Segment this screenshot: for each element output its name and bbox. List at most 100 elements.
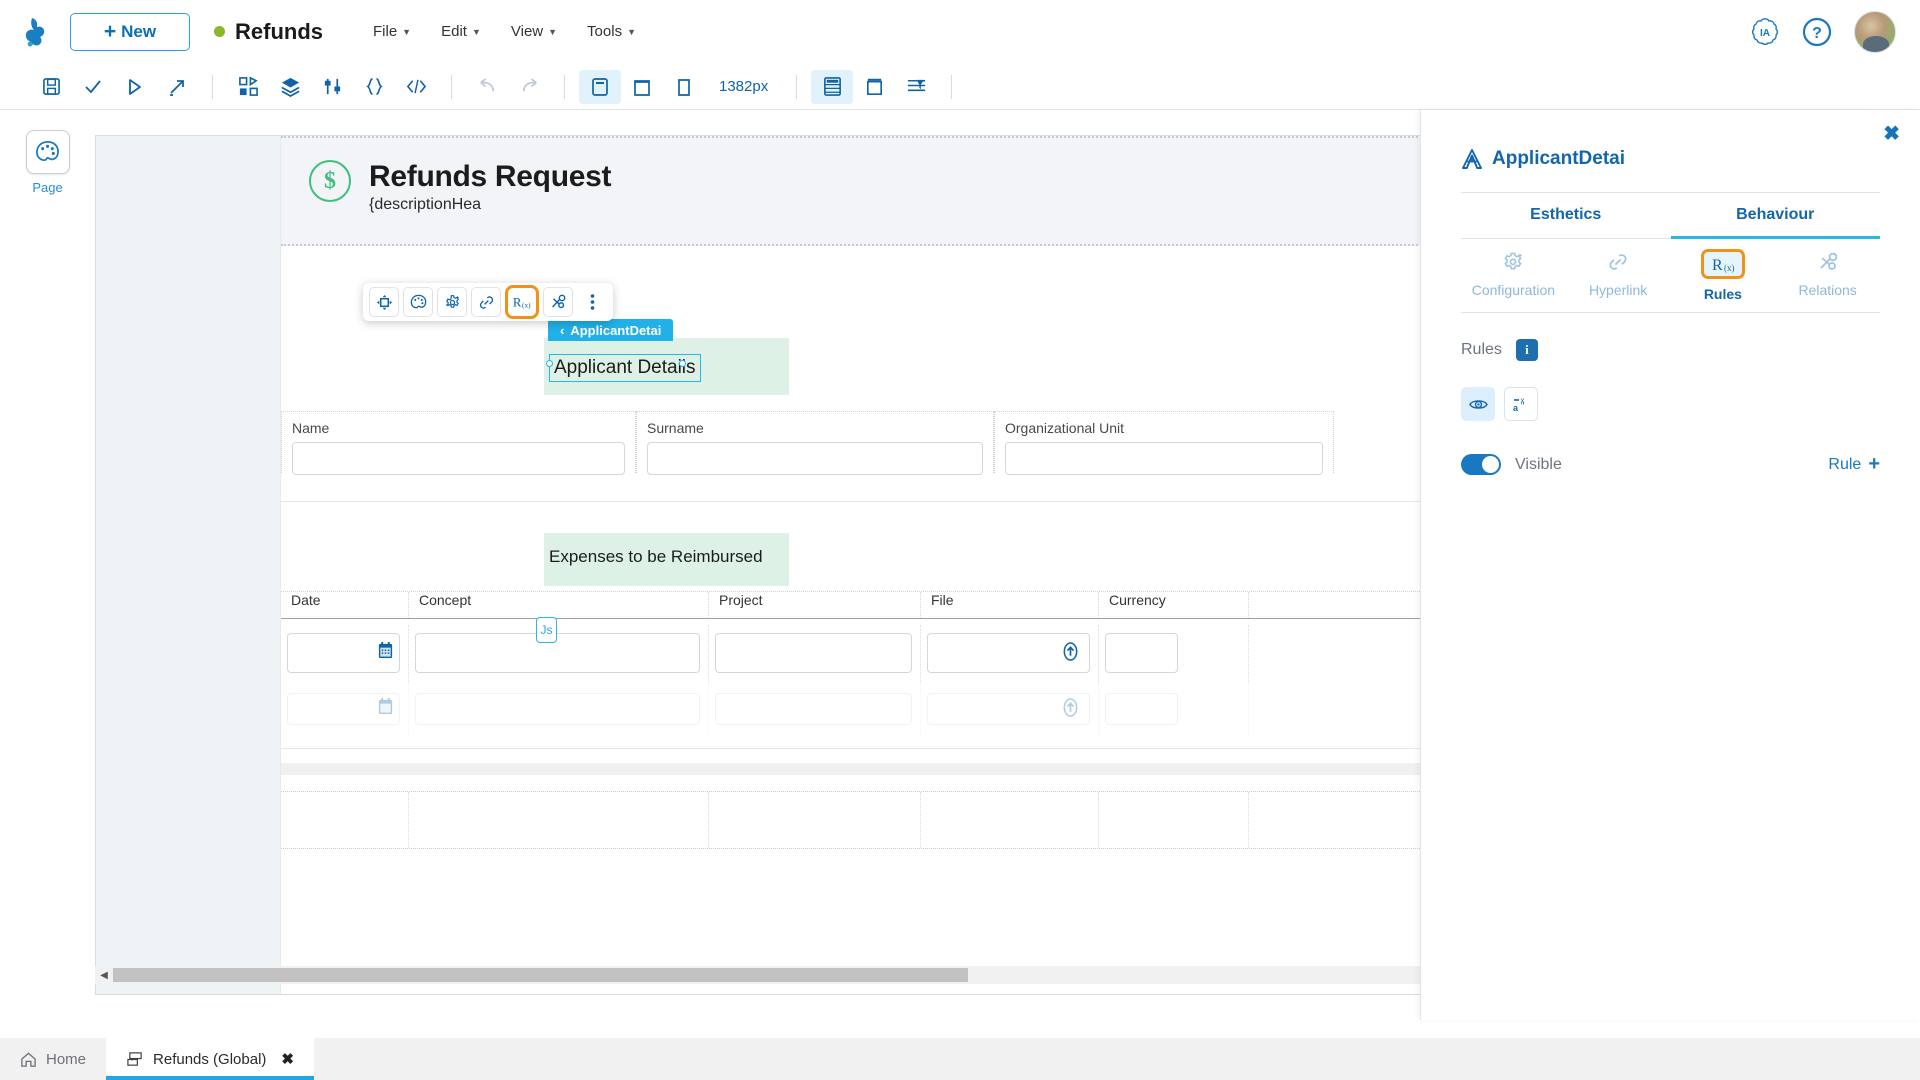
grid-cell[interactable] xyxy=(281,792,409,848)
project-input[interactable] xyxy=(715,693,912,725)
deploy-icon[interactable] xyxy=(156,70,198,104)
tab-esthetics[interactable]: Esthetics xyxy=(1461,193,1671,239)
calendar-icon[interactable] xyxy=(377,641,394,659)
sidebar-item-page[interactable]: Page xyxy=(0,130,95,195)
cell-project[interactable] xyxy=(709,685,921,735)
currency-input[interactable] xyxy=(1105,633,1178,673)
surname-input[interactable] xyxy=(647,442,983,475)
components-icon[interactable] xyxy=(227,70,269,104)
menu-view[interactable]: View ▼ xyxy=(511,23,557,40)
menu-tools-label: Tools xyxy=(587,23,623,40)
cell-currency[interactable] xyxy=(1099,625,1249,683)
run-icon[interactable] xyxy=(114,70,156,104)
cell-concept[interactable] xyxy=(409,685,709,735)
subtab-configuration[interactable]: Configuration xyxy=(1461,239,1566,312)
table-row[interactable] xyxy=(281,685,1420,735)
chevron-down-icon: ▼ xyxy=(627,26,636,37)
subtab-rules[interactable]: R (x) Rules xyxy=(1671,239,1776,312)
move-icon[interactable] xyxy=(369,287,399,317)
visible-toggle[interactable] xyxy=(1461,454,1501,475)
more-vertical-icon[interactable] xyxy=(577,287,607,317)
ia-icon[interactable]: IA xyxy=(1750,17,1780,47)
gear-sparkle-icon[interactable] xyxy=(437,287,467,317)
menu-tools[interactable]: Tools ▼ xyxy=(587,23,636,40)
help-icon[interactable]: ? xyxy=(1802,17,1832,47)
chevron-down-icon: ▼ xyxy=(471,26,481,37)
relations-icon[interactable] xyxy=(543,287,573,317)
toggle-knob xyxy=(1482,456,1499,473)
cell-concept[interactable] xyxy=(409,625,709,683)
filter-icon[interactable] xyxy=(895,70,937,104)
value-mode-icon[interactable]: x a " xyxy=(1504,387,1538,421)
validate-icon[interactable] xyxy=(72,70,114,104)
frog-logo-icon[interactable] xyxy=(0,15,70,49)
close-icon[interactable]: ✖ xyxy=(1883,124,1900,144)
subtab-hyperlink[interactable]: Hyperlink xyxy=(1566,239,1671,312)
new-button[interactable]: + New xyxy=(70,12,190,51)
scroll-left-arrow[interactable]: ◀ xyxy=(95,970,113,981)
palette-icon[interactable] xyxy=(403,287,433,317)
grid-cell[interactable] xyxy=(1099,792,1249,848)
concept-input[interactable] xyxy=(415,693,700,725)
applicant-section-badge[interactable]: ‹ ApplicantDetai xyxy=(548,319,674,341)
expenses-section-title[interactable]: Expenses to be Reimbursed xyxy=(549,547,763,567)
redo-icon[interactable] xyxy=(508,70,550,104)
scroll-track[interactable] xyxy=(113,968,1420,982)
save-icon[interactable] xyxy=(30,70,72,104)
close-icon[interactable]: ✖ xyxy=(281,1050,294,1068)
concept-input[interactable] xyxy=(415,633,700,673)
resize-handle-left[interactable] xyxy=(546,360,553,367)
resize-handle-right[interactable] xyxy=(679,360,686,367)
variables-icon[interactable] xyxy=(311,70,353,104)
horizontal-scrollbar[interactable]: ◀ ▶ xyxy=(95,966,1420,984)
field-name[interactable]: Name xyxy=(281,411,636,475)
field-org-unit[interactable]: Organizational Unit xyxy=(994,411,1334,475)
column-header-date: Date xyxy=(281,592,409,618)
layers-icon[interactable] xyxy=(269,70,311,104)
table-row[interactable] xyxy=(281,625,1420,683)
scroll-thumb[interactable] xyxy=(113,968,968,982)
name-input[interactable] xyxy=(292,442,625,475)
cell-file[interactable] xyxy=(921,685,1099,735)
upload-icon[interactable] xyxy=(1061,642,1080,661)
user-avatar[interactable] xyxy=(1854,10,1896,53)
grid-cell[interactable] xyxy=(709,792,921,848)
cell-file[interactable] xyxy=(921,625,1099,683)
calendar-icon[interactable] xyxy=(377,697,394,715)
project-input[interactable] xyxy=(715,633,912,673)
field-surname[interactable]: Surname xyxy=(636,411,994,475)
viewport-width-label[interactable]: 1382px xyxy=(705,78,782,95)
grid-cell[interactable] xyxy=(921,792,1099,848)
grid-cell[interactable] xyxy=(409,792,709,848)
eye-icon[interactable] xyxy=(1461,387,1495,421)
tablet-icon[interactable] xyxy=(621,70,663,104)
cell-project[interactable] xyxy=(709,625,921,683)
design-canvas[interactable]: $ Refunds Request {descriptionHea ‹ Appl… xyxy=(95,110,1420,1020)
info-icon[interactable]: i xyxy=(1515,339,1538,361)
link-icon[interactable] xyxy=(471,287,501,317)
desktop-icon[interactable] xyxy=(579,69,621,104)
cell-date[interactable] xyxy=(281,625,409,683)
cell-date[interactable] xyxy=(281,685,409,735)
menu-edit[interactable]: Edit ▼ xyxy=(441,23,481,40)
bottom-tab-home[interactable]: Home xyxy=(0,1038,106,1080)
applicant-section-title[interactable]: Applicant Details xyxy=(549,354,701,382)
upload-icon[interactable] xyxy=(1061,698,1080,717)
js-badge[interactable]: Js xyxy=(536,617,557,643)
org-unit-input[interactable] xyxy=(1005,442,1323,475)
undo-icon[interactable] xyxy=(466,70,508,104)
grid-view-icon[interactable] xyxy=(811,69,854,104)
bottom-grid[interactable] xyxy=(281,791,1420,849)
bottom-tab-refunds[interactable]: Refunds (Global) ✖ xyxy=(106,1038,314,1080)
mobile-icon[interactable] xyxy=(663,70,705,104)
cell-currency[interactable] xyxy=(1099,685,1249,735)
add-rule-button[interactable]: Rule + xyxy=(1828,453,1880,476)
code-icon[interactable] xyxy=(395,70,437,104)
expression-icon[interactable] xyxy=(353,70,395,104)
rules-rx-icon[interactable]: R (x) xyxy=(505,285,539,319)
card-view-icon[interactable] xyxy=(853,70,895,104)
menu-file[interactable]: File ▼ xyxy=(373,23,411,40)
tab-behaviour[interactable]: Behaviour xyxy=(1670,193,1880,239)
currency-input[interactable] xyxy=(1105,693,1178,725)
subtab-relations[interactable]: Relations xyxy=(1775,239,1880,312)
